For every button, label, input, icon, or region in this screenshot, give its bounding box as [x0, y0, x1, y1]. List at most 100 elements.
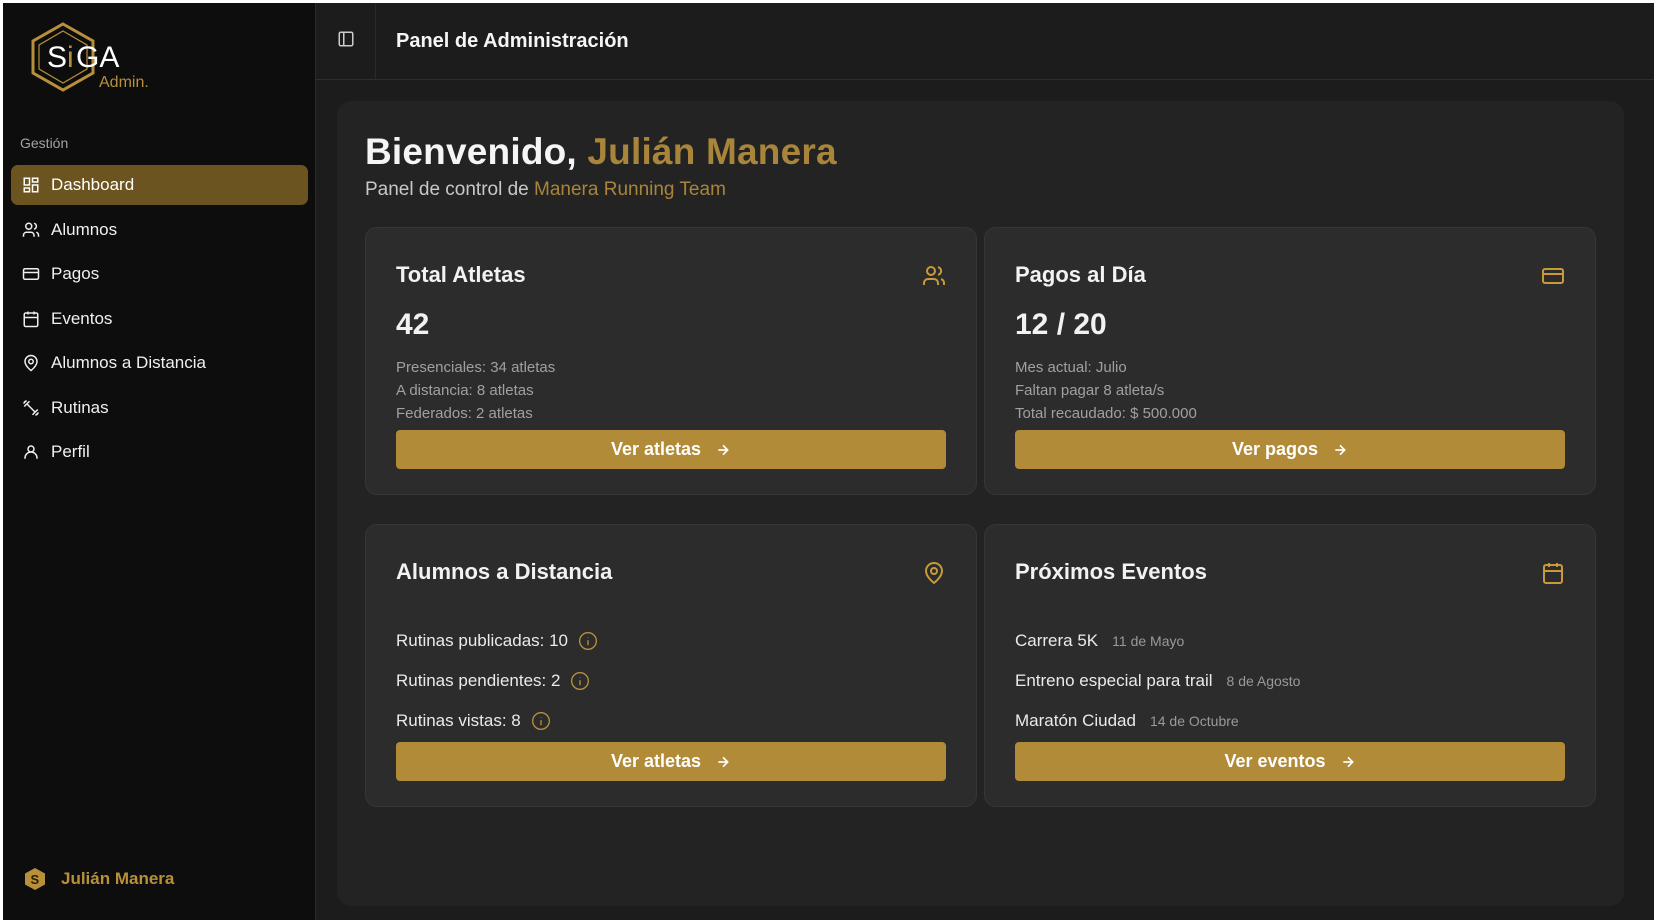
- info-icon[interactable]: [570, 671, 590, 691]
- user-icon: [22, 443, 40, 461]
- sidebar-item-label: Pagos: [51, 264, 100, 283]
- list-item: Rutinas publicadas: 10: [396, 621, 598, 661]
- welcome-subtitle: Panel de control de Manera Running Team: [365, 179, 837, 201]
- sidebar-item-eventos[interactable]: Eventos: [11, 299, 308, 339]
- event-date: 14 de Octubre: [1149, 713, 1239, 729]
- card-alumnos-distancia: Alumnos a Distancia Rutinas publicadas: …: [365, 524, 977, 807]
- users-icon: [922, 264, 946, 288]
- stat-line: Faltan pagar 8 atleta/s: [1015, 382, 1165, 399]
- svg-text:GA: GA: [76, 41, 119, 74]
- svg-text:i: i: [67, 41, 74, 74]
- map-pin-icon: [22, 354, 40, 372]
- card-stats: Mes actual: Julio Faltan pagar 8 atleta/…: [1015, 356, 1197, 425]
- sidebar-item-pagos[interactable]: Pagos: [11, 254, 308, 294]
- info-icon[interactable]: [531, 711, 551, 731]
- ver-eventos-button[interactable]: Ver eventos: [1015, 742, 1565, 781]
- button-label: Ver atletas: [610, 751, 702, 771]
- siga-logo[interactable]: S i GA Admin.: [29, 21, 169, 101]
- row-label: Rutinas publicadas: 10: [396, 631, 569, 650]
- dumbbell-icon: [22, 399, 40, 417]
- stat-line: Total recaudado: $ 500.000: [1015, 405, 1197, 422]
- calendar-icon: [22, 310, 40, 328]
- card-title: Total Atletas: [396, 262, 526, 287]
- map-pin-icon: [922, 561, 946, 585]
- welcome-heading: Bienvenido, Julián Manera: [365, 131, 837, 173]
- card-title: Pagos al Día: [1015, 262, 1146, 287]
- welcome-block: Bienvenido, Julián Manera Panel de contr…: [365, 131, 837, 201]
- credit-card-icon: [1541, 264, 1565, 288]
- arrow-right-icon: [1335, 444, 1346, 455]
- sidebar-item-label: Eventos: [51, 308, 113, 328]
- card-title: Alumnos a Distancia: [396, 559, 613, 584]
- stat-line: A distancia: 8 atletas: [396, 382, 534, 399]
- svg-text:S: S: [31, 872, 40, 887]
- arrow-right-icon: [1342, 756, 1354, 767]
- user-avatar-icon: S: [23, 867, 47, 891]
- event-item: Maratón Ciudad 14 de Octubre: [1015, 701, 1300, 741]
- sidebar: S i GA Admin. Gestión Dashboard Alumnos: [3, 3, 316, 920]
- events-list: Carrera 5K 11 de Mayo Entreno especial p…: [1015, 621, 1300, 741]
- sidebar-user-menu[interactable]: S Julián Manera: [23, 867, 174, 891]
- grid-icon: [22, 176, 40, 194]
- sidebar-user-name: Julián Manera: [61, 869, 175, 888]
- welcome-user-name: Julián Manera: [587, 131, 837, 172]
- card-value: 42: [396, 308, 430, 341]
- team-name: Manera Running Team: [534, 179, 726, 200]
- page-title: Panel de Administración: [396, 29, 629, 52]
- ver-atletas-distancia-button[interactable]: Ver atletas: [396, 742, 946, 781]
- card-total-atletas: Total Atletas 42 Presenciales: 34 atleta…: [365, 227, 977, 495]
- button-label: Ver atletas: [610, 439, 702, 459]
- svg-text:S: S: [47, 41, 67, 74]
- event-name: Entreno especial para trail: [1015, 671, 1213, 690]
- ver-atletas-button[interactable]: Ver atletas: [396, 430, 946, 469]
- credit-card-icon: [22, 265, 40, 283]
- stat-line: Federados: 2 atletas: [396, 405, 533, 422]
- main-content: Panel de Administración Bienvenido, Juli…: [316, 3, 1654, 920]
- sidebar-item-dashboard[interactable]: Dashboard: [11, 165, 308, 205]
- sidebar-toggle-button[interactable]: [316, 3, 376, 80]
- welcome-greeting: Bienvenido,: [365, 131, 577, 172]
- info-icon[interactable]: [578, 631, 598, 651]
- card-proximos-eventos: Próximos Eventos Carrera 5K 11 de Mayo E…: [984, 524, 1596, 807]
- routine-stats: Rutinas publicadas: 10 Rutinas pendiente…: [396, 621, 598, 741]
- ver-pagos-button[interactable]: Ver pagos: [1015, 430, 1565, 469]
- row-label: Rutinas vistas: 8: [396, 711, 521, 730]
- stat-line: Presenciales: 34 atletas: [396, 359, 556, 376]
- nav-group-label: Gestión: [20, 135, 69, 151]
- sidebar-item-alumnos-distancia[interactable]: Alumnos a Distancia: [11, 343, 308, 383]
- sidebar-item-label: Dashboard: [51, 175, 135, 194]
- sidebar-item-label: Alumnos: [51, 219, 118, 239]
- card-value: 12 / 20: [1015, 308, 1107, 341]
- sidebar-item-label: Alumnos a Distancia: [51, 353, 206, 372]
- row-label: Rutinas pendientes: 2: [396, 671, 561, 690]
- card-pagos-al-dia: Pagos al Día 12 / 20 Mes actual: Julio F…: [984, 227, 1596, 495]
- dashboard-panel: Bienvenido, Julián Manera Panel de contr…: [337, 101, 1624, 906]
- sidebar-item-perfil[interactable]: Perfil: [11, 432, 308, 472]
- event-name: Maratón Ciudad: [1015, 711, 1136, 730]
- event-date: 8 de Agosto: [1226, 673, 1301, 689]
- button-label: Ver pagos: [1231, 439, 1319, 459]
- sidebar-item-label: Perfil: [51, 442, 90, 461]
- sidebar-nav: Dashboard Alumnos Pagos Eventos Alumnos …: [11, 165, 308, 477]
- panel-left-icon: [337, 30, 355, 53]
- topbar: Panel de Administración: [316, 3, 1654, 80]
- subtitle-prefix: Panel de control de: [365, 179, 529, 200]
- event-item: Carrera 5K 11 de Mayo: [1015, 621, 1300, 661]
- svg-text:Admin.: Admin.: [99, 74, 149, 91]
- stat-line: Mes actual: Julio: [1015, 359, 1127, 376]
- event-date: 11 de Mayo: [1112, 633, 1185, 649]
- sidebar-item-alumnos[interactable]: Alumnos: [11, 210, 308, 250]
- event-item: Entreno especial para trail 8 de Agosto: [1015, 661, 1300, 701]
- users-icon: [22, 221, 40, 239]
- button-label: Ver eventos: [1224, 751, 1326, 771]
- list-item: Rutinas pendientes: 2: [396, 661, 598, 701]
- arrow-right-icon: [718, 756, 729, 767]
- list-item: Rutinas vistas: 8: [396, 701, 598, 741]
- sidebar-item-rutinas[interactable]: Rutinas: [11, 388, 308, 428]
- sidebar-item-label: Rutinas: [51, 397, 109, 417]
- card-title: Próximos Eventos: [1015, 559, 1207, 584]
- event-name: Carrera 5K: [1015, 631, 1099, 650]
- app-window: S i GA Admin. Gestión Dashboard Alumnos: [3, 3, 1654, 920]
- calendar-icon: [1541, 561, 1565, 585]
- arrow-right-icon: [718, 444, 729, 455]
